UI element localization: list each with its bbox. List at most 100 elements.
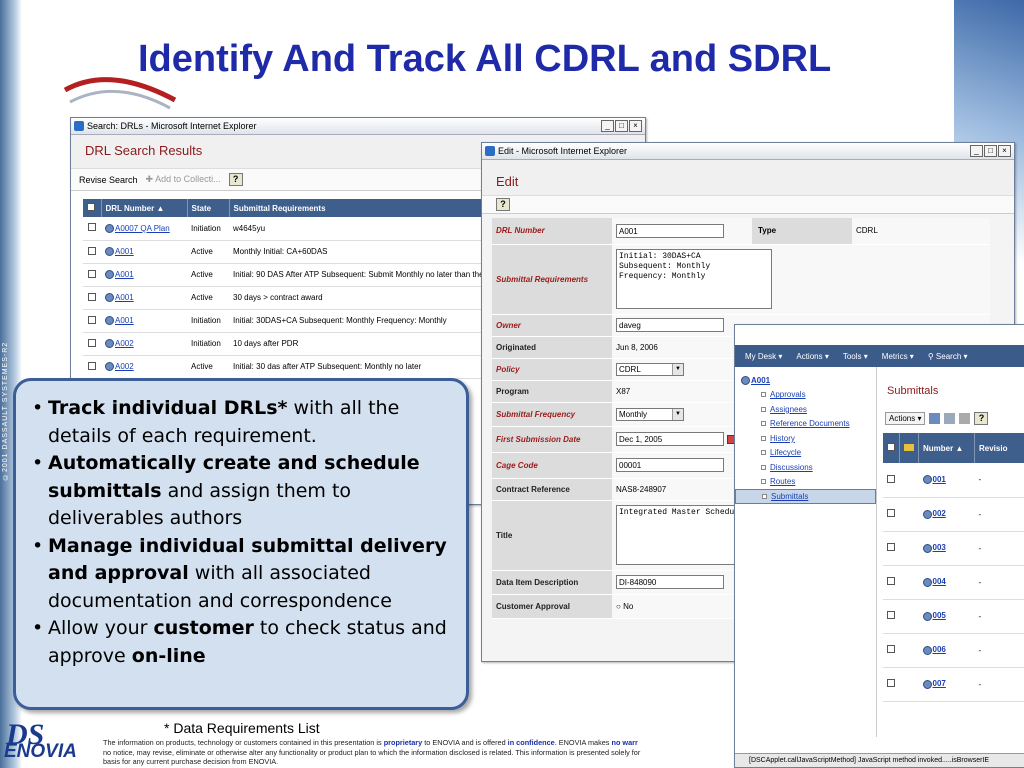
tree-item[interactable]: Submittals — [735, 489, 876, 504]
approval-no-radio[interactable]: ○ No — [616, 602, 633, 611]
drl-icon — [741, 375, 750, 385]
data-item-description-label: Data Item Description — [492, 570, 612, 595]
report-icon[interactable] — [944, 412, 956, 424]
table-row[interactable]: 006- — [883, 633, 1024, 668]
nav-search[interactable]: ⚲ Search ▾ — [928, 352, 968, 361]
nav-tools[interactable]: Tools ▾ — [843, 352, 868, 361]
submittal-number-link[interactable]: 002 — [918, 497, 975, 532]
ie-icon — [74, 121, 84, 131]
table-row[interactable]: 002- — [883, 497, 1024, 532]
row-checkbox[interactable] — [83, 286, 101, 310]
close-button[interactable]: × — [998, 145, 1011, 157]
print-icon[interactable] — [959, 412, 971, 424]
row-checkbox[interactable] — [83, 309, 101, 333]
help-button[interactable]: ? — [228, 173, 243, 186]
table-row[interactable]: 007- — [883, 667, 1024, 702]
revision-cell: - — [974, 667, 1024, 702]
nav-metrics[interactable]: Metrics ▾ — [882, 352, 914, 361]
customer-approval-label: Customer Approval — [492, 594, 612, 619]
actions-menu[interactable]: Actions ▾ — [885, 411, 926, 425]
tree-root-a001[interactable]: A001 — [735, 373, 876, 388]
row-checkbox[interactable] — [83, 355, 101, 379]
row-checkbox[interactable] — [83, 332, 101, 356]
state-cell: Initiation — [187, 217, 229, 241]
add-to-collection-button[interactable]: ✚ Add to Collecti... — [146, 174, 221, 185]
row-checkbox[interactable] — [883, 633, 900, 668]
minimize-button[interactable]: _ — [601, 120, 614, 132]
drl-number-link[interactable]: A001 — [101, 263, 187, 287]
nav-my-desk[interactable]: My Desk ▾ — [745, 352, 782, 361]
help-button[interactable]: ? — [974, 411, 989, 425]
drl-number-link[interactable]: A002 — [101, 355, 187, 379]
tree-node-icon — [762, 493, 767, 499]
col-state[interactable]: State — [187, 199, 230, 217]
row-checkbox[interactable] — [83, 217, 101, 241]
row-checkbox[interactable] — [883, 667, 900, 702]
submittal-number-link[interactable]: 007 — [918, 667, 975, 702]
frequency-select[interactable]: Monthly ▼ — [616, 407, 684, 421]
table-row[interactable]: 001- — [883, 463, 1024, 498]
close-button[interactable]: × — [629, 120, 642, 132]
tree-node-icon — [761, 479, 766, 485]
submittal-number-link[interactable]: 003 — [918, 531, 975, 566]
revision-cell: - — [974, 599, 1024, 634]
select-all-checkbox[interactable] — [83, 199, 102, 217]
tree-item[interactable]: Approvals — [735, 388, 876, 403]
row-checkbox[interactable] — [883, 531, 900, 566]
drl-number-link[interactable]: A002 — [101, 332, 187, 356]
row-checkbox[interactable] — [83, 240, 101, 264]
state-cell: Initiation — [187, 309, 229, 333]
help-button[interactable]: ? — [496, 198, 510, 211]
submittals-window: My Desk ▾ Actions ▾ Tools ▾ Metrics ▾ ⚲ … — [734, 324, 1024, 768]
tree-item[interactable]: Assignees — [735, 402, 876, 417]
drl-number-link[interactable]: A001 — [101, 286, 187, 310]
tree-item[interactable]: History — [735, 431, 876, 446]
select-all-checkbox[interactable] — [883, 433, 900, 463]
drl-number-link[interactable]: A001 — [101, 240, 187, 264]
bullet-schedule-submittals: Automatically create and schedule submit… — [32, 450, 448, 533]
bullet-manage-delivery: Manage individual submittal delivery and… — [32, 533, 448, 616]
submittal-number-link[interactable]: 006 — [918, 633, 975, 668]
revise-search-button[interactable]: Revise Search — [79, 175, 138, 185]
tree-item[interactable]: Reference Documents — [735, 417, 876, 432]
export-icon[interactable] — [929, 412, 941, 424]
table-row[interactable]: 005- — [883, 599, 1024, 634]
row-checkbox[interactable] — [883, 565, 900, 600]
row-checkbox[interactable] — [83, 263, 101, 287]
row-checkbox[interactable] — [883, 599, 900, 634]
submittal-requirements-label: Submittal Requirements — [492, 244, 612, 315]
tree-item[interactable]: Discussions — [735, 460, 876, 475]
submittal-number-link[interactable]: 004 — [918, 565, 975, 600]
policy-select[interactable]: CDRL ▼ — [616, 362, 684, 376]
submittal-requirements-field[interactable]: Initial: 30DAS+CA Subsequent: Monthly Fr… — [616, 249, 772, 309]
col-revision[interactable]: Revisio — [974, 433, 1024, 463]
col-drl-number[interactable]: DRL Number ▲ — [101, 199, 188, 217]
cage-code-field[interactable]: 00001 — [616, 458, 724, 472]
maximize-button[interactable]: □ — [615, 120, 628, 132]
maximize-button[interactable]: □ — [984, 145, 997, 157]
row-checkbox[interactable] — [883, 497, 900, 532]
title-label: Title — [492, 500, 612, 571]
folder-icon — [899, 433, 919, 463]
col-number[interactable]: Number ▲ — [918, 433, 975, 463]
tree-item[interactable]: Routes — [735, 475, 876, 490]
table-row[interactable]: 003- — [883, 531, 1024, 566]
contract-reference-label: Contract Reference — [492, 478, 612, 501]
search-window-titlebar: Search: DRLs - Microsoft Internet Explor… — [71, 118, 645, 135]
drl-number-field[interactable]: A001 — [616, 223, 724, 238]
submittal-number-link[interactable]: 005 — [918, 599, 975, 634]
first-submission-field[interactable]: Dec 1, 2005 — [616, 432, 724, 446]
table-row[interactable]: 004- — [883, 565, 1024, 600]
submittal-number-link[interactable]: 001 — [918, 463, 975, 498]
nav-actions[interactable]: Actions ▾ — [796, 352, 828, 361]
submittal-icon — [922, 509, 932, 519]
drl-number-link[interactable]: A001 — [101, 309, 187, 333]
tree-item[interactable]: Lifecycle — [735, 446, 876, 461]
drl-number-link[interactable]: A0007 QA Plan — [101, 217, 187, 241]
status-bar: [DSCApplet.callJavaScriptMethod] JavaScr… — [735, 753, 1024, 767]
minimize-button[interactable]: _ — [970, 145, 983, 157]
owner-field[interactable]: daveg — [616, 318, 724, 332]
data-item-description-field[interactable]: DI-848090 — [616, 575, 724, 589]
row-checkbox[interactable] — [883, 463, 900, 498]
submittals-table: Number ▲ Revisio 001-002-003-004-005-006… — [883, 433, 1024, 702]
